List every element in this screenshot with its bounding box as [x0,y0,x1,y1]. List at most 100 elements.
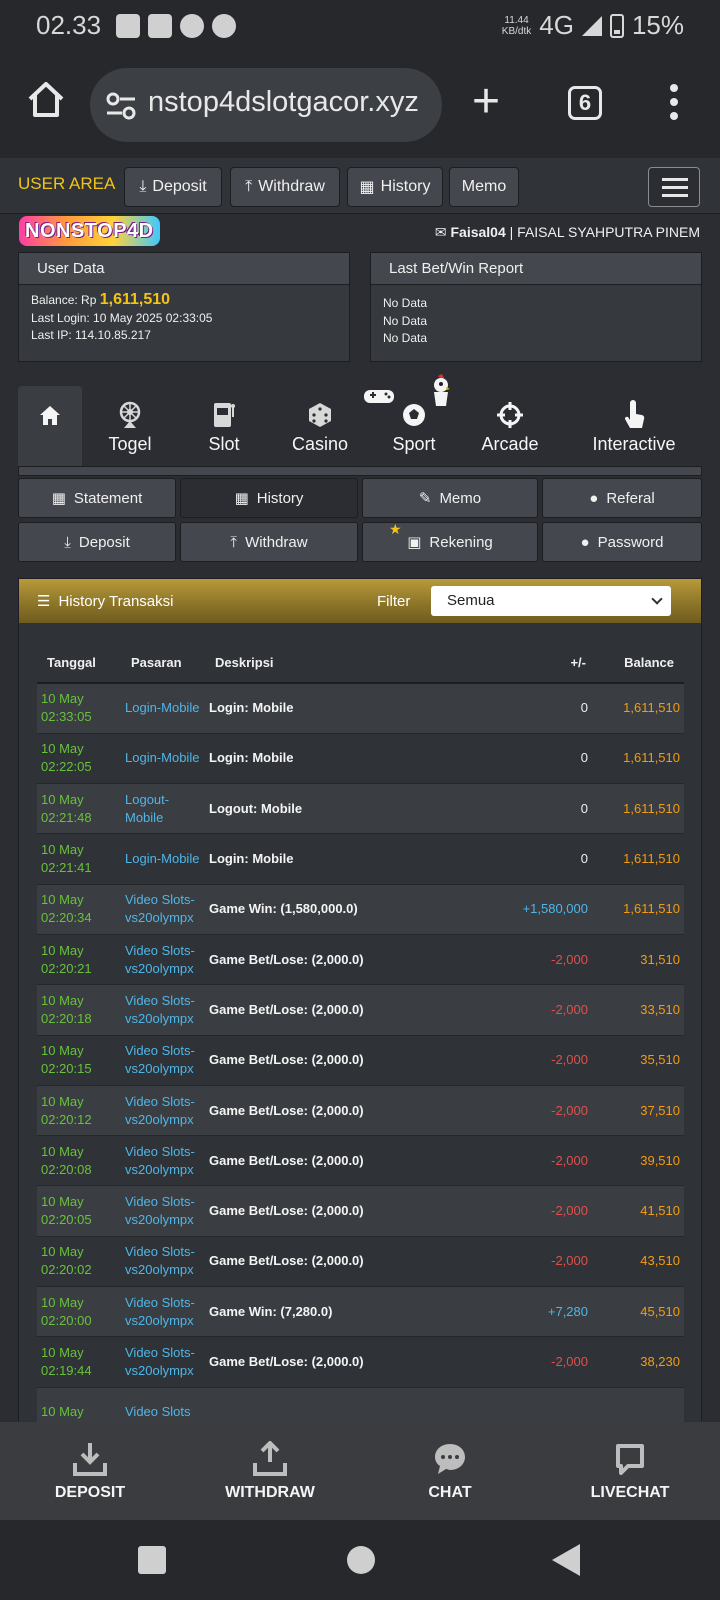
report-line: No Data [383,313,428,328]
history-button[interactable]: ▦ History [180,478,358,518]
row-balance: 39,510 [596,1135,684,1187]
row-date-day: 10 May [41,1404,84,1420]
battery-level: 15% [631,10,684,40]
nav-deposit-button[interactable]: ⤓ Deposit [124,167,222,207]
upload-icon [253,1441,287,1476]
user-data-title: User Data [19,253,349,285]
row-pasaran[interactable]: Video Slots-vs20olympx [121,1035,205,1086]
row-date-time: 02:21:41 [41,860,92,876]
tab-interactive[interactable]: Interactive [566,386,702,466]
tab-togel[interactable]: Togel [90,386,170,466]
tab-switcher-button[interactable]: 6 [568,86,602,120]
row-pasaran[interactable]: Login-Mobile [121,683,205,734]
site-logo[interactable]: NONSTOP4D [19,216,160,246]
row-date-time: 02:20:18 [41,1010,92,1026]
history-panel: ☰ History Transaksi Filter Semua Tanggal … [18,578,702,1422]
table-row: 10 May 02:21:41 Login-Mobile Login: Mobile 0… [37,833,684,885]
back-icon[interactable] [552,1544,580,1576]
bottom-livechat-button[interactable]: LIVECHAT [540,1422,720,1520]
tab-slot[interactable]: Slot [186,386,262,466]
col-balance: Balance [596,643,684,684]
row-amount: -2,000 [486,1185,596,1237]
memo-button[interactable]: ✎ Memo [362,478,538,518]
row-amount: 0 [486,833,596,885]
filter-value: Semua [447,592,495,609]
network-type: 4G [539,10,574,40]
tab-sport[interactable]: Sport [364,374,454,466]
home-icon[interactable] [26,80,66,120]
row-description: Game Bet/Lose: (2,000.0) [205,1236,486,1288]
referal-button[interactable]: ● Referal [542,478,702,518]
category-tabs: Togel Slot Casino Sport Arcade Interacti… [18,374,702,466]
filter-select[interactable]: Semua [431,586,671,616]
row-description: Login: Mobile [205,733,486,785]
row-amount: -2,000 [486,934,596,986]
tab-label: Casino [291,434,349,454]
row-description: Game Win: (7,280.0) [205,1286,486,1338]
row-amount: -2,000 [486,1135,596,1187]
row-description: Game Bet/Lose: (2,000.0) [205,1135,486,1187]
row-date-day: 10 May [41,842,84,858]
row-pasaran[interactable]: Video Slots-vs20olympx [121,984,205,1036]
row-date: 10 May 02:20:00 [37,1286,121,1338]
tab-arcade[interactable]: Arcade [470,386,550,466]
bottom-withdraw-button[interactable]: WITHDRAW [180,1422,360,1520]
tab-label: Slot [208,434,240,454]
bottom-livechat-label: LIVECHAT [590,1484,670,1501]
calendar-icon: ▦ [359,179,375,196]
row-date-time: 02:20:08 [41,1161,92,1177]
row-balance: 1,611,510 [596,733,684,785]
bottom-chat-label: CHAT [428,1484,472,1501]
col-pasaran: Pasaran [121,643,205,684]
nav-history-button[interactable]: ▦ History [347,167,443,207]
user-area-label[interactable]: USER AREA [18,174,115,194]
row-pasaran[interactable]: Login-Mobile [121,733,205,785]
row-date-day: 10 May [41,892,84,908]
row-pasaran[interactable]: Video Slots-vs20olympx [121,1135,205,1187]
history-header: ☰ History Transaksi Filter Semua [19,579,701,623]
withdraw-button[interactable]: ⤒ Withdraw [180,522,358,562]
row-pasaran[interactable]: Video Slots-vs20olympx [121,934,205,986]
tab-casino[interactable]: Casino [280,386,360,466]
row-date: 10 May 02:33:05 [37,683,121,734]
browser-menu-icon[interactable] [670,84,680,126]
row-pasaran[interactable]: Video Slots-vs20olympx [121,1085,205,1137]
deposit-button[interactable]: ⤓ Deposit [18,522,176,562]
rekening-label: Rekening [429,533,493,551]
bottom-deposit-button[interactable]: DEPOSIT [0,1422,180,1520]
tab-home[interactable] [18,386,82,466]
livechat-icon [616,1444,644,1475]
row-amount: +1,580,000 [486,884,596,935]
bottom-deposit-label: DEPOSIT [54,1484,126,1501]
mail-icon: ✉ [434,224,447,240]
row-pasaran[interactable]: Login-Mobile [121,833,205,885]
row-pasaran[interactable]: Video Slots-vs20olympx [121,1236,205,1288]
row-date: 10 May 02:21:48 [37,783,121,835]
separator: | [509,224,514,240]
site-settings-icon[interactable] [106,92,136,120]
row-balance: 1,611,510 [596,683,684,734]
history-title: History Transaksi [58,592,174,610]
statement-button[interactable]: ▦ Statement [18,478,176,518]
address-bar[interactable]: nstop4dslotgacor.xyz [90,68,442,142]
bottom-chat-button[interactable]: CHAT [360,1422,540,1520]
nav-withdraw-button[interactable]: ⤒ Withdraw [230,167,340,207]
row-pasaran[interactable]: Video Slots-vs20olympx [121,1286,205,1338]
nav-memo-button[interactable]: Memo [449,167,519,207]
recents-icon[interactable] [138,1546,166,1574]
password-button[interactable]: ● Password [542,522,702,562]
home-nav-icon[interactable] [347,1546,375,1574]
tab-label: Arcade [481,434,539,454]
rekening-button[interactable]: ★ ▣ Rekening [362,521,538,562]
row-pasaran[interactable]: Video Slots-vs20olympx [121,1185,205,1237]
row-pasaran[interactable]: Video Slots-vs20olympx [121,884,205,935]
row-pasaran[interactable]: Video Slots-vs20olympx [121,1336,205,1388]
table-row: 10 May 02:20:02 Video Slots-vs20olympx Game… [37,1236,684,1288]
row-pasaran[interactable]: Logout-Mobile [121,783,205,835]
last-bet-report-card: Last Bet/Win Report No Data No Data No D… [370,252,702,362]
row-date-time: 02:19:44 [41,1363,92,1378]
row-pasaran[interactable]: Video Slots [121,1387,205,1422]
signal-icon [581,15,602,36]
new-tab-button[interactable]: + [472,74,500,129]
hamburger-menu-button[interactable] [648,167,700,207]
